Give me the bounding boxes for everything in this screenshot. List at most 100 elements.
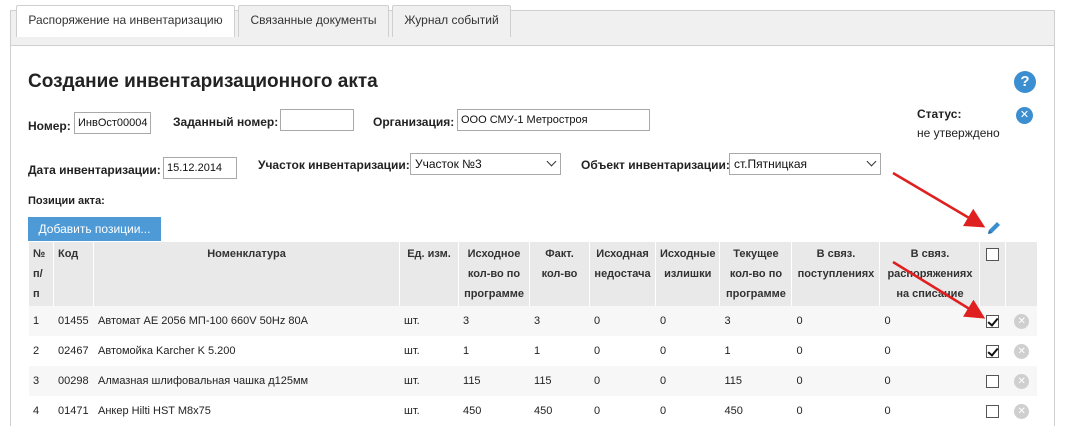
cell-select xyxy=(979,306,1006,336)
col-header-initial-surplus: Исходные излишки xyxy=(655,242,720,306)
cell-writeoff: 0 xyxy=(879,336,980,366)
col-header-actual-qty: Факт. кол-во xyxy=(529,242,590,306)
delete-icon[interactable]: ✕ xyxy=(1014,373,1030,389)
delete-icon[interactable]: ✕ xyxy=(1014,343,1030,359)
row-checkbox[interactable] xyxy=(986,404,1000,418)
table-row: 4 01471 Анкер Hilti HST M8x75 шт. 450 45… xyxy=(28,396,1037,426)
cell-initial-qty: 3 xyxy=(458,306,530,336)
number-label: Номер: xyxy=(28,119,71,133)
assigned-number-label: Заданный номер: xyxy=(173,115,279,129)
cell-receipts: 0 xyxy=(791,306,880,336)
col-header-initial-qty: Исходное кол-во по программе xyxy=(458,242,530,306)
col-header-nomenclature: Номенклатура xyxy=(92,242,400,306)
object-select[interactable]: ст.Пятницкая xyxy=(729,153,881,175)
cell-delete: ✕ xyxy=(1005,336,1037,366)
section-select-value: Участок №3 xyxy=(415,157,482,171)
row-checkbox[interactable] xyxy=(986,374,1000,388)
cell-name: Автомат АЕ 2056 МП-100 660V 50Hz 80A xyxy=(93,306,400,336)
cell-initial-qty: 450 xyxy=(458,396,530,426)
status-label: Статус: xyxy=(917,107,962,121)
cell-code: 01455 xyxy=(53,306,94,336)
cell-select xyxy=(979,366,1006,396)
cell-delete: ✕ xyxy=(1005,306,1037,336)
cell-surplus: 0 xyxy=(655,396,720,426)
cell-shortage: 0 xyxy=(589,336,656,366)
cell-name: Алмазная шлифовальная чашка д125мм xyxy=(93,366,400,396)
row-checkbox[interactable] xyxy=(986,344,1000,358)
table-row: 2 02467 Автомойка Karcher K 5.200 шт. 1 … xyxy=(28,336,1037,366)
cell-delete: ✕ xyxy=(1005,366,1037,396)
section-label: Участок инвентаризации: xyxy=(258,158,410,172)
col-header-unit: Ед. изм. xyxy=(399,242,459,306)
chevron-down-icon xyxy=(866,156,877,167)
tab-event-log[interactable]: Журнал событий xyxy=(392,5,511,37)
cell-select xyxy=(979,396,1006,426)
table-row: 1 01455 Автомат АЕ 2056 МП-100 660V 50Hz… xyxy=(28,306,1037,336)
cell-unit: шт. xyxy=(399,306,459,336)
cell-unit: шт. xyxy=(399,396,459,426)
status-value: не утверждено xyxy=(917,126,1000,140)
positions-label: Позиции акта: xyxy=(28,195,105,207)
cell-code: 02467 xyxy=(53,336,94,366)
cell-code: 01471 xyxy=(53,396,94,426)
col-header-linked-receipts: В связ. поступлениях xyxy=(791,242,880,306)
section-select[interactable]: Участок №3 xyxy=(410,153,561,175)
organization-label: Организация: xyxy=(373,115,455,129)
col-header-actions xyxy=(1005,242,1037,306)
col-header-linked-writeoff: В связ. распоряжениях на списание xyxy=(879,242,980,306)
cell-writeoff: 0 xyxy=(879,396,980,426)
cell-delete: ✕ xyxy=(1005,396,1037,426)
page-title: Создание инвентаризационного акта xyxy=(28,71,378,92)
cell-unit: шт. xyxy=(399,336,459,366)
delete-icon[interactable]: ✕ xyxy=(1014,403,1030,419)
cell-receipts: 0 xyxy=(791,336,880,366)
col-header-code: Код xyxy=(53,242,94,306)
cell-surplus: 0 xyxy=(655,366,720,396)
add-positions-button[interactable]: Добавить позиции... xyxy=(28,217,161,241)
cell-num: 1 xyxy=(28,306,54,336)
cell-initial-qty: 115 xyxy=(458,366,530,396)
help-icon[interactable]: ? xyxy=(1014,71,1036,93)
cell-actual-qty: 1 xyxy=(529,336,590,366)
cell-code: 00298 xyxy=(53,366,94,396)
cell-actual-qty: 450 xyxy=(529,396,590,426)
assigned-number-field[interactable] xyxy=(280,109,354,131)
cell-name: Автомойка Karcher K 5.200 xyxy=(93,336,400,366)
cell-num: 3 xyxy=(28,366,54,396)
cell-shortage: 0 xyxy=(589,396,656,426)
cell-actual-qty: 115 xyxy=(529,366,590,396)
organization-field[interactable]: ООО СМУ-1 Метростроя xyxy=(457,109,650,131)
cell-initial-qty: 1 xyxy=(458,336,530,366)
date-field[interactable]: 15.12.2014 xyxy=(163,157,237,179)
cell-actual-qty: 3 xyxy=(529,306,590,336)
col-header-num: № п/п xyxy=(28,242,54,306)
cell-surplus: 0 xyxy=(655,306,720,336)
col-header-current-qty: Текущее кол-во по программе xyxy=(719,242,792,306)
object-select-value: ст.Пятницкая xyxy=(734,157,808,171)
number-field[interactable]: ИнвОст00004 xyxy=(74,112,151,134)
table-row: 3 00298 Алмазная шлифовальная чашка д125… xyxy=(28,366,1037,396)
cell-receipts: 0 xyxy=(791,396,880,426)
col-header-select-all xyxy=(979,242,1006,306)
cell-surplus: 0 xyxy=(655,336,720,366)
cell-receipts: 0 xyxy=(791,366,880,396)
cell-name: Анкер Hilti HST M8x75 xyxy=(93,396,400,426)
row-checkbox[interactable] xyxy=(986,314,1000,328)
positions-table: № п/п Код Номенклатура Ед. изм. Исходное… xyxy=(28,242,1037,426)
cell-current-qty: 450 xyxy=(719,396,792,426)
delete-icon[interactable]: ✕ xyxy=(1014,313,1030,329)
tab-linked-documents[interactable]: Связанные документы xyxy=(238,5,389,37)
cell-select xyxy=(979,336,1006,366)
date-label: Дата инвентаризации: xyxy=(28,163,161,177)
col-header-initial-shortage: Исходная недостача xyxy=(589,242,656,306)
chevron-down-icon xyxy=(546,156,557,167)
pencil-icon[interactable] xyxy=(985,219,1003,237)
table-header-row: № п/п Код Номенклатура Ед. изм. Исходное… xyxy=(28,242,1037,306)
select-all-checkbox[interactable] xyxy=(986,247,1000,261)
close-icon[interactable]: ✕ xyxy=(1016,107,1033,124)
tab-inventory-order[interactable]: Распоряжение на инвентаризацию xyxy=(16,5,235,37)
cell-writeoff: 0 xyxy=(879,306,980,336)
cell-shortage: 0 xyxy=(589,306,656,336)
cell-unit: шт. xyxy=(399,366,459,396)
cell-current-qty: 115 xyxy=(719,366,792,396)
